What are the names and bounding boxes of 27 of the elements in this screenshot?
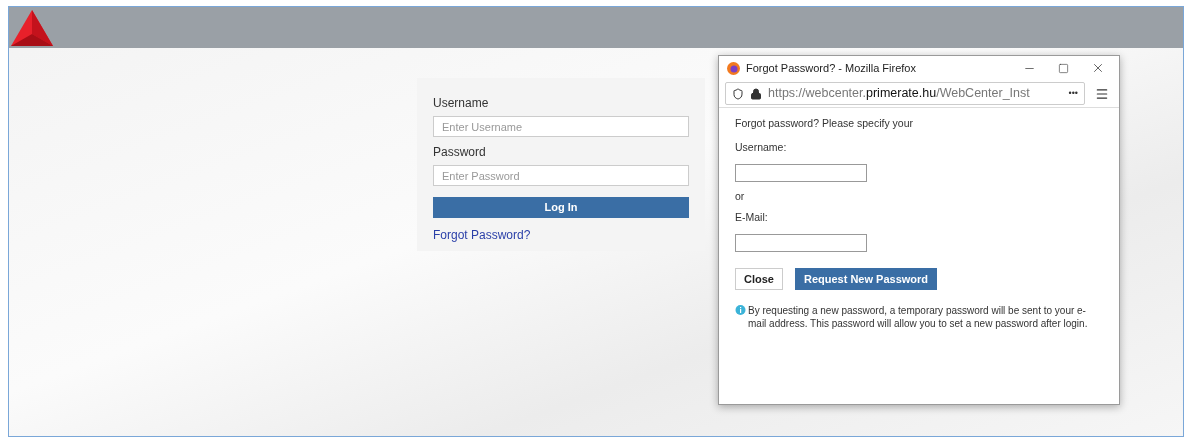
username-field[interactable] [735,163,867,182]
forgot-password-link[interactable]: Forgot Password? [433,226,531,244]
email-field[interactable] [735,234,867,252]
menu-icon[interactable] [1095,86,1109,101]
lock-icon[interactable] [750,87,762,100]
close-icon[interactable] [1091,61,1105,75]
browser-logo-icon [727,61,740,75]
close-button[interactable]: Close [735,268,783,290]
email-label: E-Mail: [735,210,769,226]
or-text: or [735,188,746,204]
intro-text: Forgot password? Please specify your [735,116,914,131]
username-field[interactable]: Enter Username [433,116,689,137]
request-password-button[interactable]: Request New Password [794,268,938,290]
info-text: By requesting a new password, a temporary password will be sent to your e-mail address. This password will allow you to set a new password after login. [748,304,1089,330]
username-label: Username: [735,139,788,155]
shield-icon[interactable] [732,87,744,100]
login-button[interactable]: Log In [433,197,689,218]
password-label: Password [433,144,487,161]
logo-icon [11,10,53,46]
more-menu[interactable]: ••• [1068,86,1078,101]
info-icon [735,305,746,316]
window-title: Forgot Password? - Mozilla Firefox [746,60,917,76]
username-label: Username [433,95,490,112]
url-text: https://webcenter.primerate.hu/WebCenter_Inst [768,85,1031,103]
maximize-icon[interactable] [1058,62,1069,74]
address-bar[interactable]: https://webcenter.primerate.hu/WebCenter_Inst ••• [725,82,1085,105]
password-field[interactable]: Enter Password [433,165,689,186]
